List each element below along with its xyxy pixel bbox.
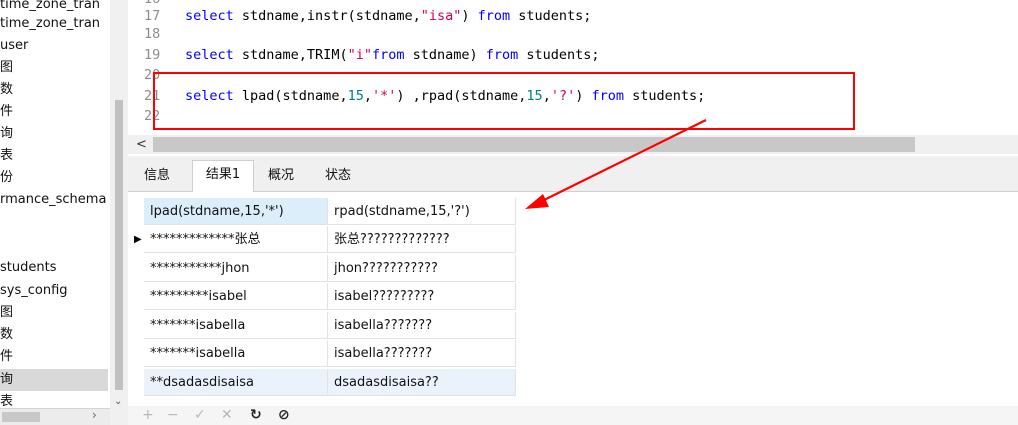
code-line[interactable]: select stdname,instr(stdname,"isa") from… <box>185 4 591 29</box>
add-icon[interactable]: + <box>142 406 154 425</box>
table-cell[interactable]: *******isabella <box>144 340 328 367</box>
tab-2[interactable]: 结果1 <box>192 160 254 192</box>
chevron-right-icon[interactable]: › <box>92 408 97 422</box>
tab-1[interactable]: 信息 <box>136 162 178 191</box>
sidebar-item[interactable]: 份 <box>0 167 108 189</box>
table-cell[interactable]: *************张总 <box>144 226 328 253</box>
column-header[interactable]: lpad(stdname,15,'*') <box>144 198 328 225</box>
stop-icon[interactable]: ⊘ <box>278 406 290 425</box>
table-cell[interactable]: **dsadasdisaisa <box>144 368 328 396</box>
sidebar-item[interactable]: 件 <box>0 101 108 123</box>
editor-horizontal-scrollbar[interactable]: < <box>128 135 1018 154</box>
refresh-icon[interactable]: ↻ <box>250 406 262 425</box>
sidebar-item[interactable]: time_zone_tran <box>0 13 108 35</box>
tab-4[interactable]: 状态 <box>313 162 363 191</box>
sidebar-item[interactable]: 数 <box>0 324 108 346</box>
code-line[interactable]: select stdname,TRIM("i"from stdname) fro… <box>185 43 600 68</box>
scroll-left-icon[interactable]: < <box>136 135 147 154</box>
table-cell[interactable]: ***********jhon <box>144 254 328 282</box>
apply-icon[interactable]: ✓ <box>194 406 206 425</box>
sidebar-item[interactable]: 件 <box>0 346 108 368</box>
table-cell[interactable]: 张总????????????? <box>328 226 516 253</box>
sidebar-item[interactable]: students <box>0 257 108 279</box>
scrollbar-thumb[interactable] <box>153 137 915 152</box>
sidebar-horizontal-scrollbar[interactable]: › <box>0 408 110 425</box>
scroll-down-icon[interactable]: ⌄ <box>114 396 122 407</box>
sidebar-item[interactable]: 询 <box>0 123 108 145</box>
discard-icon[interactable]: ✕ <box>221 406 233 425</box>
table-cell[interactable]: *******isabella <box>144 311 328 339</box>
sidebar-item[interactable]: 询 <box>0 369 108 391</box>
column-header[interactable]: rpad(stdname,15,'?') <box>328 198 516 225</box>
scrollbar-thumb[interactable] <box>2 412 40 422</box>
sidebar-item[interactable] <box>0 211 108 233</box>
table-cell[interactable]: jhon??????????? <box>328 254 516 282</box>
sidebar-item[interactable]: sys_config <box>0 280 108 302</box>
sidebar-item[interactable]: 表 <box>0 145 108 167</box>
annotation-highlight-box <box>153 72 855 130</box>
table-cell[interactable]: isabella??????? <box>328 311 516 339</box>
table-cell[interactable]: dsadasdisaisa?? <box>328 368 516 396</box>
sidebar-item[interactable]: rmance_schema <box>0 189 108 211</box>
current-row-indicator-icon: ▶ <box>134 234 142 245</box>
scrollbar-thumb[interactable] <box>115 100 123 390</box>
sidebar-item[interactable] <box>0 233 108 255</box>
table-cell[interactable]: isabel????????? <box>328 283 516 310</box>
sidebar-item[interactable]: user <box>0 35 108 57</box>
result-tabs: 信息 结果1 概况 状态 <box>128 156 1018 192</box>
sidebar-item[interactable]: 图 <box>0 57 108 79</box>
result-grid: lpad(stdname,15,'*') rpad(stdname,15,'?')… <box>128 192 1018 404</box>
navigator-vertical-scrollbar[interactable]: ⌄ <box>110 0 128 425</box>
grid-toolbar: + − ✓ ✕ ↻ ⊘ <box>128 406 1018 425</box>
object-navigator: time_zone_tran time_zone_tran user 图数件询表份 rm… <box>0 0 111 425</box>
sidebar-item[interactable]: 图 <box>0 302 108 324</box>
table-cell[interactable]: isabella??????? <box>328 340 516 367</box>
table-cell[interactable]: *********isabel <box>144 283 328 310</box>
tab-3[interactable]: 概况 <box>256 162 306 191</box>
remove-icon[interactable]: − <box>167 406 179 425</box>
sidebar-item[interactable]: 数 <box>0 79 108 101</box>
